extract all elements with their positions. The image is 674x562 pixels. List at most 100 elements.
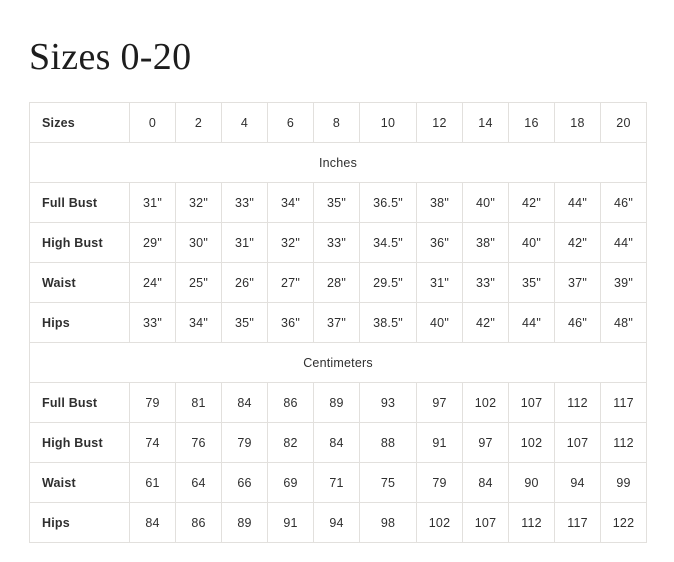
cell-waist-in-8: 28" xyxy=(313,262,360,303)
header-size-2: 2 xyxy=(175,102,222,143)
cell-hips-in-0: 33" xyxy=(129,302,176,343)
table-row: Waist 24" 25" 26" 27" 28" 29.5" 31" 33" … xyxy=(29,262,647,303)
row-label-hips-cm: Hips xyxy=(29,502,130,543)
cell-full-bust-in-0: 31" xyxy=(129,182,176,223)
row-label-full-bust-in: Full Bust xyxy=(29,182,130,223)
cell-hips-cm-4: 89 xyxy=(221,502,268,543)
cell-waist-cm-10: 75 xyxy=(359,462,417,503)
cell-waist-in-18: 37" xyxy=(554,262,601,303)
row-label-hips-in: Hips xyxy=(29,302,130,343)
table-header: Sizes 0 2 4 6 8 10 12 14 16 18 20 xyxy=(29,102,647,143)
page-title: Sizes 0-20 xyxy=(29,36,192,79)
cell-hips-in-4: 35" xyxy=(221,302,268,343)
cell-hips-in-6: 36" xyxy=(267,302,314,343)
cell-full-bust-in-16: 42" xyxy=(508,182,555,223)
row-label-full-bust-cm: Full Bust xyxy=(29,382,130,423)
cell-full-bust-cm-8: 89 xyxy=(313,382,360,423)
cell-hips-cm-12: 102 xyxy=(416,502,463,543)
header-size-10: 10 xyxy=(359,102,417,143)
cell-full-bust-in-4: 33" xyxy=(221,182,268,223)
cell-high-bust-in-14: 38" xyxy=(462,222,509,263)
cell-hips-cm-18: 117 xyxy=(554,502,601,543)
cell-full-bust-cm-2: 81 xyxy=(175,382,222,423)
cell-high-bust-cm-4: 79 xyxy=(221,422,268,463)
table-row: Full Bust 79 81 84 86 89 93 97 102 107 1… xyxy=(29,382,647,423)
cell-full-bust-cm-12: 97 xyxy=(416,382,463,423)
cell-waist-in-16: 35" xyxy=(508,262,555,303)
table-row: High Bust 74 76 79 82 84 88 91 97 102 10… xyxy=(29,422,647,463)
table-row: Hips 33" 34" 35" 36" 37" 38.5" 40" 42" 4… xyxy=(29,302,647,343)
cell-high-bust-cm-14: 97 xyxy=(462,422,509,463)
cell-waist-in-10: 29.5" xyxy=(359,262,417,303)
cell-hips-cm-16: 112 xyxy=(508,502,555,543)
cell-full-bust-cm-18: 112 xyxy=(554,382,601,423)
cell-full-bust-cm-10: 93 xyxy=(359,382,417,423)
cell-hips-in-20: 48" xyxy=(600,302,647,343)
table-row: High Bust 29" 30" 31" 32" 33" 34.5" 36" … xyxy=(29,222,647,263)
cell-high-bust-in-6: 32" xyxy=(267,222,314,263)
cell-high-bust-in-0: 29" xyxy=(129,222,176,263)
cell-high-bust-cm-6: 82 xyxy=(267,422,314,463)
header-size-8: 8 xyxy=(313,102,360,143)
row-label-waist-in: Waist xyxy=(29,262,130,303)
cell-high-bust-cm-12: 91 xyxy=(416,422,463,463)
cell-waist-cm-4: 66 xyxy=(221,462,268,503)
cell-high-bust-in-16: 40" xyxy=(508,222,555,263)
cell-high-bust-in-2: 30" xyxy=(175,222,222,263)
cell-high-bust-in-8: 33" xyxy=(313,222,360,263)
cell-waist-in-4: 26" xyxy=(221,262,268,303)
cell-full-bust-cm-6: 86 xyxy=(267,382,314,423)
cell-high-bust-in-18: 42" xyxy=(554,222,601,263)
cell-waist-cm-8: 71 xyxy=(313,462,360,503)
cell-high-bust-cm-10: 88 xyxy=(359,422,417,463)
cell-hips-cm-2: 86 xyxy=(175,502,222,543)
cell-hips-cm-0: 84 xyxy=(129,502,176,543)
cell-waist-cm-18: 94 xyxy=(554,462,601,503)
cell-waist-in-6: 27" xyxy=(267,262,314,303)
cell-hips-in-2: 34" xyxy=(175,302,222,343)
header-size-6: 6 xyxy=(267,102,314,143)
cell-hips-in-10: 38.5" xyxy=(359,302,417,343)
header-row: Sizes 0 2 4 6 8 10 12 14 16 18 20 xyxy=(29,102,647,143)
cell-full-bust-cm-16: 107 xyxy=(508,382,555,423)
cell-high-bust-in-10: 34.5" xyxy=(359,222,417,263)
cell-full-bust-in-10: 36.5" xyxy=(359,182,417,223)
header-size-14: 14 xyxy=(462,102,509,143)
cell-high-bust-cm-8: 84 xyxy=(313,422,360,463)
cell-full-bust-in-6: 34" xyxy=(267,182,314,223)
cell-waist-in-0: 24" xyxy=(129,262,176,303)
cell-waist-cm-0: 61 xyxy=(129,462,176,503)
header-size-4: 4 xyxy=(221,102,268,143)
cell-waist-in-14: 33" xyxy=(462,262,509,303)
cell-full-bust-in-8: 35" xyxy=(313,182,360,223)
cell-full-bust-in-2: 32" xyxy=(175,182,222,223)
cell-waist-cm-20: 99 xyxy=(600,462,647,503)
cell-waist-cm-16: 90 xyxy=(508,462,555,503)
cell-high-bust-cm-16: 102 xyxy=(508,422,555,463)
cell-waist-in-2: 25" xyxy=(175,262,222,303)
size-chart-table: Sizes 0 2 4 6 8 10 12 14 16 18 20 Inches… xyxy=(29,102,647,543)
header-size-0: 0 xyxy=(129,102,176,143)
cell-high-bust-in-12: 36" xyxy=(416,222,463,263)
cell-waist-cm-6: 69 xyxy=(267,462,314,503)
cell-waist-cm-12: 79 xyxy=(416,462,463,503)
row-label-high-bust-cm: High Bust xyxy=(29,422,130,463)
header-size-16: 16 xyxy=(508,102,555,143)
cell-hips-in-16: 44" xyxy=(508,302,555,343)
cell-hips-cm-10: 98 xyxy=(359,502,417,543)
cell-high-bust-cm-2: 76 xyxy=(175,422,222,463)
cell-waist-cm-14: 84 xyxy=(462,462,509,503)
table-row: Full Bust 31" 32" 33" 34" 35" 36.5" 38" … xyxy=(29,182,647,223)
cell-high-bust-in-20: 44" xyxy=(600,222,647,263)
cell-full-bust-in-12: 38" xyxy=(416,182,463,223)
cell-waist-in-12: 31" xyxy=(416,262,463,303)
header-label-sizes: Sizes xyxy=(29,102,130,143)
cell-high-bust-cm-20: 112 xyxy=(600,422,647,463)
table-row: Hips 84 86 89 91 94 98 102 107 112 117 1… xyxy=(29,502,647,543)
section-label-inches: Inches xyxy=(29,142,647,183)
cell-high-bust-in-4: 31" xyxy=(221,222,268,263)
table-row: Waist 61 64 66 69 71 75 79 84 90 94 99 xyxy=(29,462,647,503)
section-label-centimeters: Centimeters xyxy=(29,342,647,383)
header-size-20: 20 xyxy=(600,102,647,143)
cell-hips-in-12: 40" xyxy=(416,302,463,343)
